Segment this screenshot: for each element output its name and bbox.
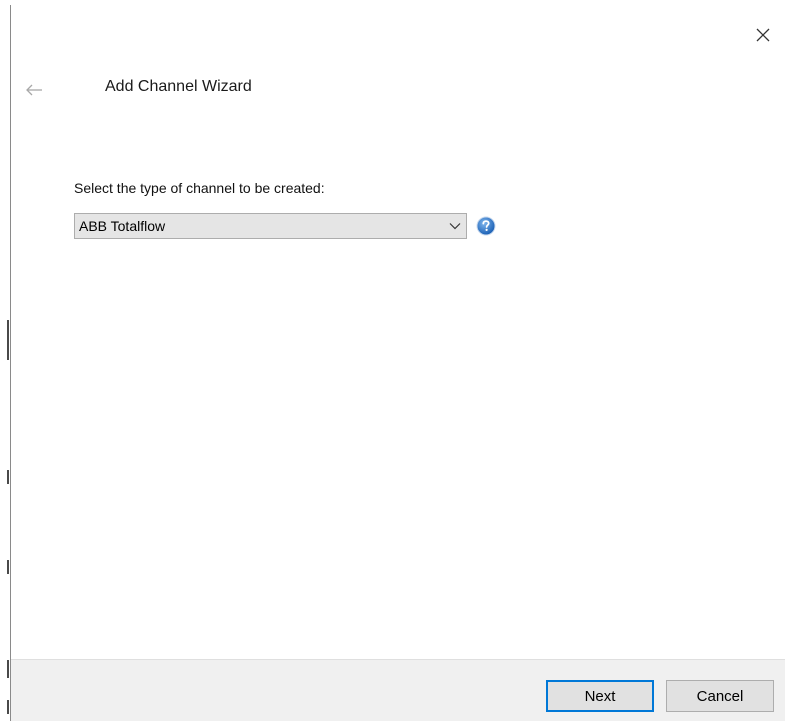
channel-type-selected-value: ABB Totalflow (79, 218, 166, 234)
wizard-title: Add Channel Wizard (105, 78, 252, 95)
help-icon[interactable] (476, 216, 496, 236)
close-icon (756, 28, 770, 42)
background-window-edge (0, 0, 10, 721)
back-button[interactable] (21, 77, 47, 103)
back-arrow-icon (26, 84, 42, 96)
channel-type-dropdown[interactable]: ABB Totalflow (74, 213, 467, 239)
chevron-down-icon (444, 222, 466, 230)
next-button[interactable]: Next (546, 680, 654, 712)
add-channel-wizard-dialog: Add Channel Wizard Select the type of ch… (10, 5, 785, 721)
screen: Add Channel Wizard Select the type of ch… (0, 0, 785, 721)
channel-type-label: Select the type of channel to be created… (74, 180, 325, 196)
cancel-button[interactable]: Cancel (666, 680, 774, 712)
wizard-footer: Next Cancel (11, 659, 785, 721)
close-button[interactable] (751, 23, 775, 47)
